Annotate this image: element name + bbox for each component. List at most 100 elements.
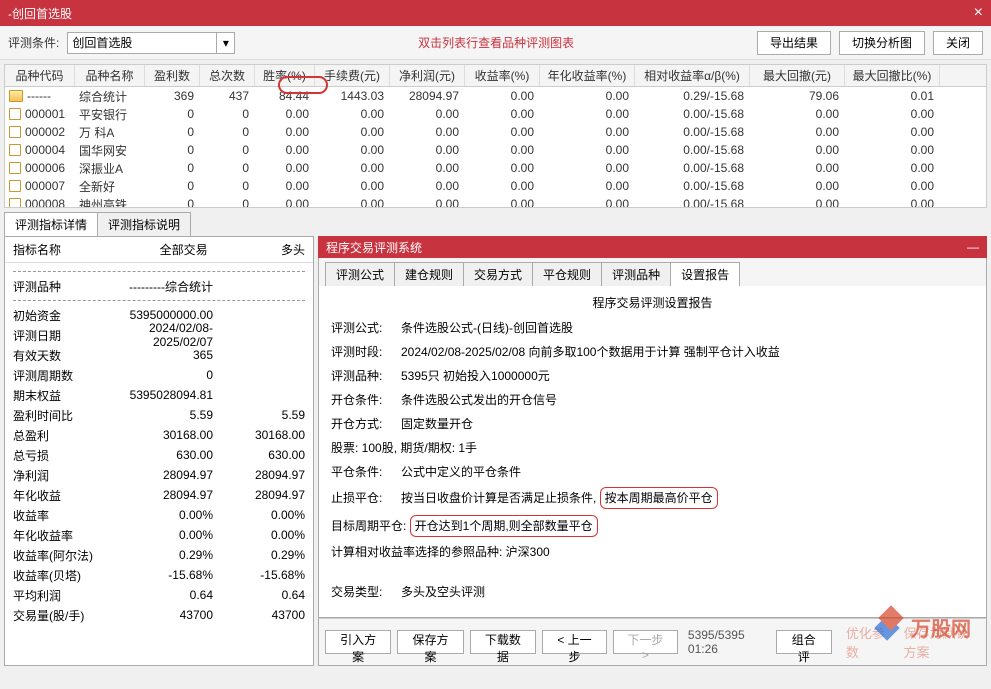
cell: 0.00 bbox=[465, 125, 540, 139]
close-icon[interactable]: × bbox=[974, 4, 983, 22]
report-tab[interactable]: 交易方式 bbox=[463, 262, 533, 286]
cell: 综合统计 bbox=[75, 88, 145, 105]
cell: 0.00 bbox=[540, 125, 635, 139]
cell: 0 bbox=[200, 197, 255, 207]
metrics-header: 指标名称 全部交易 多头 bbox=[5, 237, 313, 263]
cell: 000006 bbox=[5, 161, 75, 175]
metric-row: 盈利时间比5.595.59 bbox=[13, 405, 305, 425]
cell: 神州高铁 bbox=[75, 196, 145, 208]
cell: 0.00 bbox=[390, 125, 465, 139]
cell: 28094.97 bbox=[390, 89, 465, 103]
cond-combo[interactable]: ▾ bbox=[67, 32, 235, 54]
cell: 0.00 bbox=[845, 107, 940, 121]
table-row[interactable]: 000006深振业A000.000.000.000.000.000.00/-15… bbox=[5, 159, 986, 177]
report-tab[interactable]: 建仓规则 bbox=[394, 262, 464, 286]
next-step-button: 下一步 > bbox=[613, 630, 678, 654]
save-plan-button[interactable]: 保存方案 bbox=[397, 630, 463, 654]
col-header[interactable]: 手续费(元) bbox=[315, 65, 390, 86]
minimize-icon[interactable]: — bbox=[967, 240, 979, 254]
table-row[interactable]: 000002万 科A000.000.000.000.000.000.00/-15… bbox=[5, 123, 986, 141]
cell: 000002 bbox=[5, 125, 75, 139]
report-title: 程序交易评测系统 bbox=[326, 239, 422, 256]
toolbar: 评测条件: ▾ 双击列表行查看品种评测图表 导出结果 切换分析图 关闭 bbox=[0, 26, 991, 60]
cell: 0.00/-15.68 bbox=[635, 161, 750, 175]
optimize-params[interactable]: 优化参数 bbox=[846, 623, 890, 661]
report-heading: 程序交易评测设置报告 bbox=[331, 294, 974, 311]
table-row[interactable]: 000007全新好000.000.000.000.000.000.00/-15.… bbox=[5, 177, 986, 195]
hint-text: 双击列表行查看品种评测图表 bbox=[243, 34, 749, 51]
report-tab[interactable]: 平仓规则 bbox=[532, 262, 602, 286]
report-line: 评测公式:条件选股公式-(日线)-创回首选股 bbox=[331, 319, 974, 337]
report-line: 交易类型:多头及空头评测 bbox=[331, 583, 974, 601]
cell: 全新好 bbox=[75, 178, 145, 195]
cell: 0.00 bbox=[465, 89, 540, 103]
col-header[interactable]: 净利润(元) bbox=[390, 65, 465, 86]
tab-detail[interactable]: 评测指标详情 bbox=[4, 212, 98, 236]
cell: 0.00 bbox=[255, 161, 315, 175]
cell: 0.00/-15.68 bbox=[635, 125, 750, 139]
metrics-pane: 指标名称 全部交易 多头 评测品种---------综合统计初始资金539500… bbox=[4, 236, 314, 666]
metric-row: 评测日期2024/02/08-2025/02/07 bbox=[13, 325, 305, 345]
col-header[interactable]: 盈利数 bbox=[145, 65, 200, 86]
tab-help[interactable]: 评测指标说明 bbox=[97, 212, 191, 236]
metric-row: 总亏损630.00630.00 bbox=[13, 445, 305, 465]
col-header[interactable]: 胜率(%) bbox=[255, 65, 315, 86]
download-data-button[interactable]: 下载数据 bbox=[470, 630, 536, 654]
cell: 369 bbox=[145, 89, 200, 103]
cell: 0 bbox=[145, 179, 200, 193]
cell: 0.00 bbox=[390, 161, 465, 175]
combo-eval-button[interactable]: 组合评 bbox=[776, 630, 832, 654]
cell: 0.00 bbox=[750, 161, 845, 175]
chevron-down-icon[interactable]: ▾ bbox=[217, 32, 235, 54]
metric-row: 收益率(贝塔)-15.68%-15.68% bbox=[13, 565, 305, 585]
import-plan-button[interactable]: 引入方案 bbox=[325, 630, 391, 654]
metric-row: 净利润28094.9728094.97 bbox=[13, 465, 305, 485]
cell: 0 bbox=[200, 143, 255, 157]
cell: 0.00 bbox=[750, 125, 845, 139]
report-title-bar: 程序交易评测系统 — bbox=[318, 236, 987, 258]
col-header[interactable]: 相对收益率α/β(%) bbox=[635, 65, 750, 86]
col-header[interactable]: 品种名称 bbox=[75, 65, 145, 86]
report-tab[interactable]: 评测公式 bbox=[325, 262, 395, 286]
cell: 0.00 bbox=[255, 107, 315, 121]
export-button[interactable]: 导出结果 bbox=[757, 31, 831, 55]
col-header[interactable]: 年化收益率(%) bbox=[540, 65, 635, 86]
report-tab[interactable]: 设置报告 bbox=[670, 262, 740, 286]
col-header[interactable]: 收益率(%) bbox=[465, 65, 540, 86]
cell: 0.00 bbox=[390, 107, 465, 121]
prev-step-button[interactable]: < 上一步 bbox=[542, 630, 607, 654]
col-header[interactable]: 总次数 bbox=[200, 65, 255, 86]
cell: 0.00 bbox=[465, 179, 540, 193]
cell: 0.00 bbox=[315, 179, 390, 193]
cell: 0.00 bbox=[315, 125, 390, 139]
cell: 0 bbox=[200, 107, 255, 121]
report-tab[interactable]: 评测品种 bbox=[601, 262, 671, 286]
metric-row: 交易量(股/手)4370043700 bbox=[13, 605, 305, 625]
table-row[interactable]: ------综合统计36943784.441443.0328094.970.00… bbox=[5, 87, 986, 105]
report-line: 开仓方式:固定数量开仓 bbox=[331, 415, 974, 433]
cell: 0.00 bbox=[390, 197, 465, 207]
col-header[interactable]: 品种代码 bbox=[5, 65, 75, 86]
cell: 0.00/-15.68 bbox=[635, 143, 750, 157]
cell: 000004 bbox=[5, 143, 75, 157]
close-button[interactable]: 关闭 bbox=[933, 31, 983, 55]
table-row[interactable]: 000001平安银行000.000.000.000.000.000.00/-15… bbox=[5, 105, 986, 123]
window-title-bar: -创回首选股 × bbox=[0, 0, 991, 26]
cell: 0.00 bbox=[390, 179, 465, 193]
metric-row: 平均利润0.640.64 bbox=[13, 585, 305, 605]
cell: 0.00 bbox=[315, 197, 390, 207]
cell: 0.00 bbox=[315, 143, 390, 157]
cell: 0.00 bbox=[465, 143, 540, 157]
table-row[interactable]: 000008神州高铁000.000.000.000.000.000.00/-15… bbox=[5, 195, 986, 207]
col-header[interactable]: 最大回撤(元) bbox=[750, 65, 845, 86]
cell: 437 bbox=[200, 89, 255, 103]
table-row[interactable]: 000004国华网安000.000.000.000.000.000.00/-15… bbox=[5, 141, 986, 159]
save-default[interactable]: 保存为默认方案 bbox=[904, 623, 980, 661]
cell: 万 科A bbox=[75, 124, 145, 141]
switch-chart-button[interactable]: 切换分析图 bbox=[839, 31, 925, 55]
col-header[interactable]: 最大回撤比(%) bbox=[845, 65, 940, 86]
report-line: 股票: 100股, 期货/期权: 1手 bbox=[331, 439, 974, 457]
cell: 0.00 bbox=[540, 107, 635, 121]
cond-input[interactable] bbox=[67, 32, 217, 54]
cell: 79.06 bbox=[750, 89, 845, 103]
